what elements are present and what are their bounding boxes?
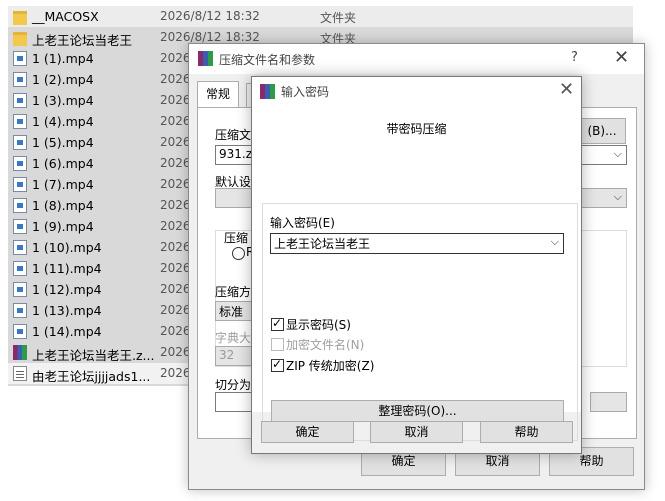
browse-button[interactable]: (B)... — [578, 118, 626, 144]
split-label: 切分为 — [215, 378, 252, 392]
password-dialog: 输入密码 ✕ 带密码压缩 输入密码(E) 上老王论坛当老王 ⌵ 显示密码(S) … — [251, 76, 582, 454]
radio-button[interactable] — [232, 247, 245, 260]
archive-name-label: 压缩文 — [215, 128, 252, 142]
file-date: 2026/8/12 18:32 — [160, 9, 260, 23]
winrar-app-icon — [198, 51, 213, 66]
zip-legacy-encryption-label: ZIP 传统加密(Z) — [286, 359, 375, 373]
organize-passwords-button[interactable]: 整理密码(O)... — [271, 400, 564, 422]
file-name: 上老王论坛当老王 — [32, 33, 133, 48]
dictionary-label: 字典大 — [215, 331, 252, 345]
chevron-down-icon[interactable]: ⌵ — [551, 235, 559, 249]
mp4-file-icon — [13, 219, 27, 234]
tab-general[interactable]: 常规 — [197, 81, 240, 108]
password-dialog-title: 输入密码 — [281, 85, 330, 99]
file-name: 1 (5).mp4 — [32, 135, 94, 150]
password-help-button[interactable]: 帮助 — [480, 421, 573, 443]
file-name: 1 (9).mp4 — [32, 219, 94, 234]
close-icon[interactable]: ✕ — [559, 79, 574, 100]
text-file-icon — [13, 366, 27, 381]
folder-icon — [13, 11, 27, 25]
mp4-file-icon — [13, 135, 27, 150]
zip-legacy-encryption-checkbox[interactable] — [271, 357, 284, 372]
file-name: 1 (6).mp4 — [32, 156, 94, 171]
file-date: 2026 — [160, 240, 191, 254]
file-date: 2026 — [160, 282, 191, 296]
folder-icon — [13, 32, 27, 46]
file-name: 1 (11).mp4 — [32, 261, 102, 276]
file-date: 2026 — [160, 51, 191, 65]
encrypt-filenames-label: 加密文件名(N) — [286, 338, 365, 352]
password-label: 输入密码(E) — [270, 216, 335, 230]
method-label: 压缩方 — [215, 285, 252, 299]
file-name: 1 (10).mp4 — [32, 240, 102, 255]
split-unit-select[interactable] — [590, 392, 627, 412]
file-date: 2026 — [160, 177, 191, 191]
file-name: 1 (13).mp4 — [32, 303, 102, 318]
file-date: 2026 — [160, 114, 191, 128]
mp4-file-icon — [13, 240, 27, 255]
file-name: 1 (7).mp4 — [32, 177, 94, 192]
mp4-file-icon — [13, 93, 27, 108]
file-date: 2026 — [160, 135, 191, 149]
file-date: 2026 — [160, 156, 191, 170]
file-date: 2026 — [160, 366, 191, 380]
show-password-label: 显示密码(S) — [286, 318, 351, 332]
file-date: 2026 — [160, 198, 191, 212]
file-name: __MACOSX — [32, 9, 99, 24]
file-name: 上老王论坛当老王.z... — [32, 348, 155, 363]
password-dialog-title-bar: 输入密码 ✕ — [252, 77, 581, 105]
file-date: 2026 — [160, 303, 191, 317]
mp4-file-icon — [13, 72, 27, 87]
mp4-file-icon — [13, 324, 27, 339]
mp4-file-icon — [13, 261, 27, 276]
winrar-app-icon — [260, 84, 275, 99]
file-name: 1 (12).mp4 — [32, 282, 102, 297]
file-date: 2026 — [160, 324, 191, 338]
show-password-checkbox[interactable] — [271, 316, 284, 331]
file-date: 2026 — [160, 261, 191, 275]
dialog-title: 压缩文件名和参数 — [219, 53, 316, 67]
mp4-file-icon — [13, 114, 27, 129]
file-name: 1 (2).mp4 — [32, 72, 94, 87]
file-date: 2026 — [160, 345, 191, 359]
file-name: 1 (1).mp4 — [32, 51, 94, 66]
file-date: 2026 — [160, 93, 191, 107]
dialog-title-bar: 压缩文件名和参数 ? ✕ — [189, 44, 644, 74]
rar-archive-icon — [13, 345, 27, 360]
help-icon[interactable]: ? — [571, 50, 578, 65]
encrypt-filenames-checkbox[interactable] — [271, 338, 284, 351]
password-cancel-button[interactable]: 取消 — [370, 421, 463, 443]
password-heading: 带密码压缩 — [386, 122, 447, 136]
password-group: 输入密码(E) 上老王论坛当老王 ⌵ 显示密码(S) 加密文件名(N) ZIP … — [262, 203, 578, 441]
close-icon[interactable]: ✕ — [614, 47, 629, 68]
compress-group-label: 压缩 — [224, 231, 249, 245]
file-date: 2026 — [160, 72, 191, 86]
file-name: 1 (4).mp4 — [32, 114, 94, 129]
file-name: 1 (3).mp4 — [32, 93, 94, 108]
password-dialog-content: 带密码压缩 输入密码(E) 上老王论坛当老王 ⌵ 显示密码(S) 加密文件名(N… — [252, 105, 581, 441]
mp4-file-icon — [13, 177, 27, 192]
mp4-file-icon — [13, 156, 27, 171]
mp4-file-icon — [13, 198, 27, 213]
password-value: 上老王论坛当老王 — [274, 237, 371, 251]
file-date: 2026/8/12 18:32 — [160, 30, 260, 44]
file-name: 1 (8).mp4 — [32, 198, 94, 213]
chevron-down-icon[interactable]: ⌵ — [614, 147, 622, 161]
file-row[interactable]: __MACOSX 2026/8/12 18:32 文件夹 — [8, 6, 633, 27]
file-type: 文件夹 — [320, 11, 357, 25]
file-name: 由老王论坛jjjjads1... — [32, 369, 151, 384]
password-input[interactable]: 上老王论坛当老王 ⌵ — [270, 233, 564, 254]
chevron-down-icon[interactable]: ⌵ — [614, 190, 622, 204]
file-date: 2026 — [160, 219, 191, 233]
password-ok-button[interactable]: 确定 — [261, 421, 354, 443]
mp4-file-icon — [13, 51, 27, 66]
mp4-file-icon — [13, 303, 27, 318]
file-name: 1 (14).mp4 — [32, 324, 102, 339]
mp4-file-icon — [13, 282, 27, 297]
